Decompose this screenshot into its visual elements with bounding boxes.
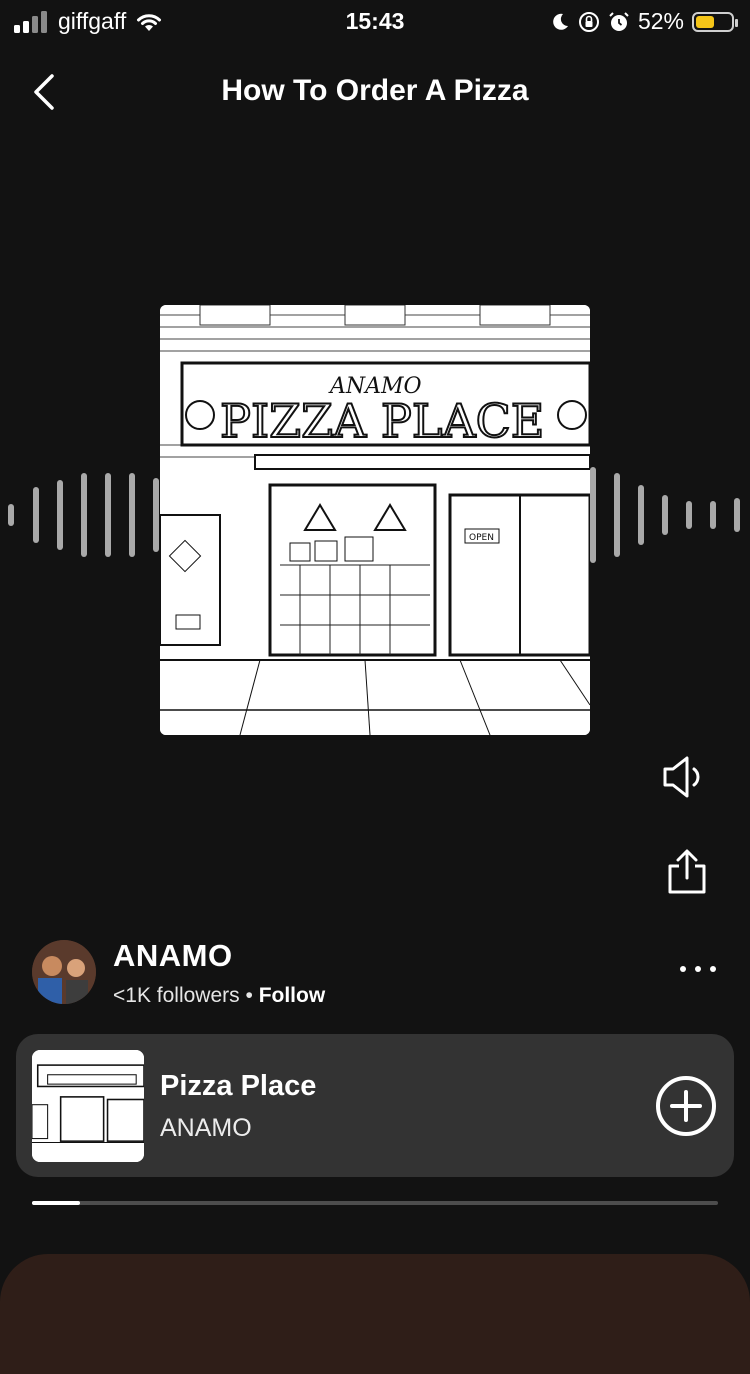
waveform-bar <box>153 478 159 552</box>
artist-meta: <1K followers • Follow <box>113 984 325 1008</box>
waveform-bar <box>686 501 692 529</box>
waveform-bar <box>662 495 668 535</box>
album-cover: ANAMO PIZZA PLACE OPEN <box>160 305 590 735</box>
rotation-lock-icon <box>578 11 599 32</box>
track-artist: ANAMO <box>160 1114 252 1142</box>
bottom-sheet[interactable] <box>0 1254 750 1374</box>
cover-door-sign: OPEN <box>469 533 494 543</box>
page-header: How To Order A Pizza <box>0 60 750 124</box>
track-title: Pizza Place <box>160 1070 317 1102</box>
waveform-bar <box>638 485 644 545</box>
moon-icon <box>553 13 568 30</box>
waveform-bar <box>57 480 63 550</box>
plus-circle-icon[interactable] <box>654 1074 718 1138</box>
artist-name[interactable]: ANAMO <box>113 938 233 974</box>
more-horizontal-icon[interactable] <box>674 954 722 984</box>
artist-row: ANAMO <1K followers • Follow <box>32 938 722 1008</box>
playback-progress[interactable] <box>32 1201 718 1205</box>
waveform-bar <box>105 473 111 557</box>
waveform-bar <box>710 501 716 529</box>
waveform-bar <box>33 487 39 543</box>
battery-percent: 52% <box>637 8 684 34</box>
waveform-bar <box>590 467 596 563</box>
track-thumbnail <box>32 1050 144 1162</box>
follow-button[interactable]: Follow <box>259 984 326 1007</box>
avatar[interactable] <box>32 940 96 1004</box>
waveform-bar <box>81 473 87 557</box>
share-icon[interactable] <box>662 848 712 898</box>
waveform-bar <box>129 473 135 557</box>
waveform-bar <box>614 473 620 557</box>
page-title: How To Order A Pizza <box>221 74 529 107</box>
waveform-bar <box>8 504 14 526</box>
waveform-right <box>590 467 750 563</box>
cover-sign-big: PIZZA PLACE <box>220 394 544 448</box>
progress-fill <box>32 1201 81 1205</box>
waveform-left <box>0 470 160 560</box>
status-bar: giffgaff 15:43 52% <box>0 0 750 44</box>
meta-separator: • <box>239 984 259 1007</box>
followers-count: <1K followers <box>113 984 240 1007</box>
battery-icon <box>692 11 738 32</box>
volume-icon[interactable] <box>660 752 710 802</box>
waveform-bar <box>734 498 740 532</box>
track-card[interactable]: Pizza Place ANAMO <box>16 1034 734 1177</box>
alarm-icon <box>609 11 629 31</box>
